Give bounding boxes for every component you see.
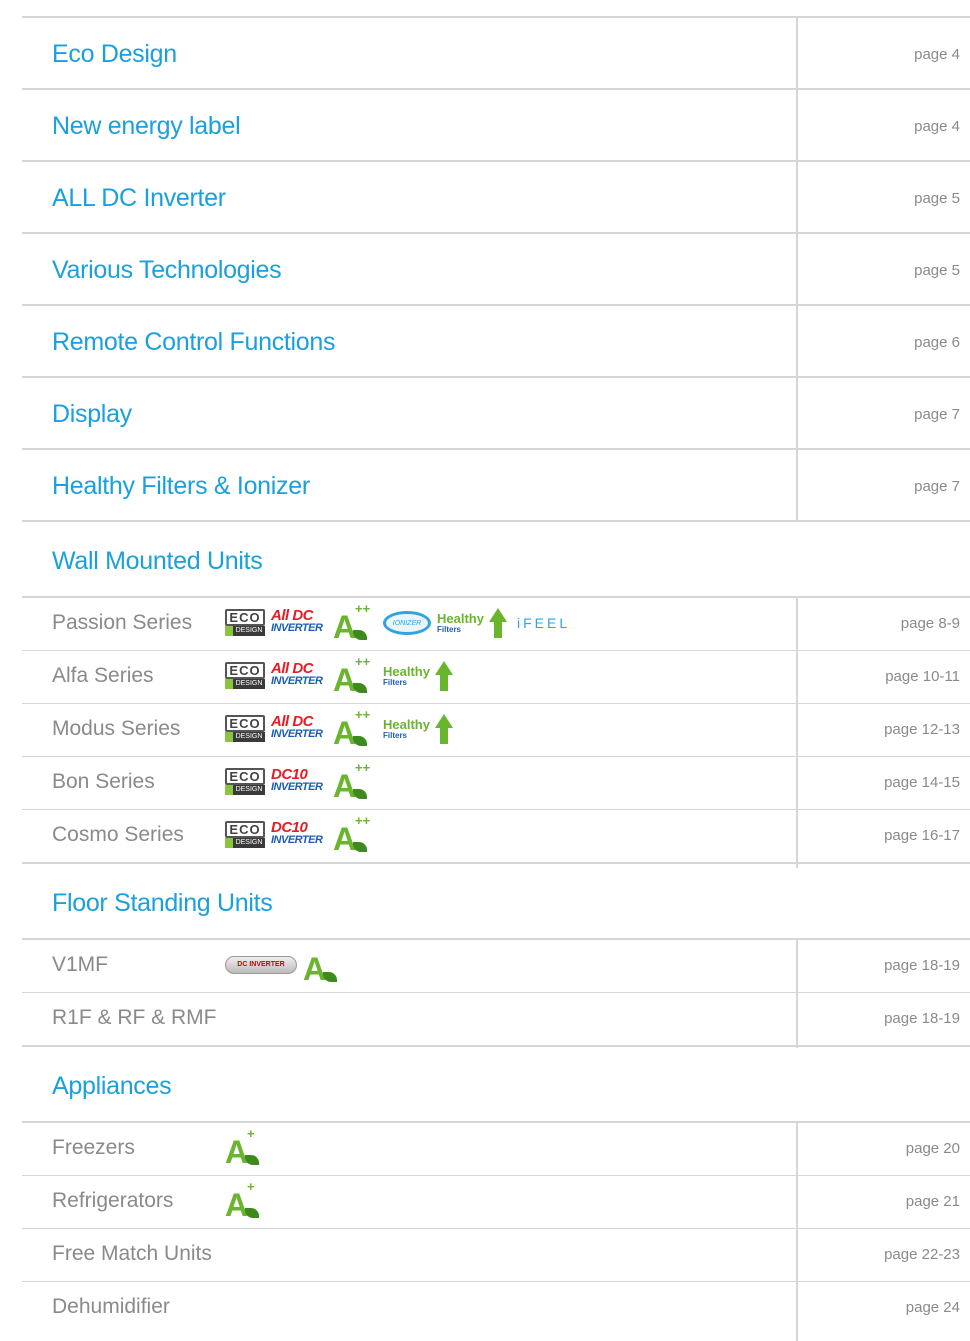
page-ref: page 21 [905, 1193, 960, 1210]
page-ref: page 22-23 [884, 1246, 960, 1263]
page-ref: page 5 [914, 262, 960, 279]
eco-design-icon: ECO DESIGN [225, 715, 265, 743]
row-label: V1MF [52, 953, 109, 976]
section-title: Floor Standing Units [52, 889, 273, 917]
section-title: Appliances [52, 1072, 172, 1100]
a-plus-plus-icon: A ++ [333, 813, 371, 857]
table-of-contents: Eco Design page 4 New energy label page … [22, 16, 970, 1341]
feature-icons: ECO DESIGN DC10 INVERTER A ++ [225, 760, 377, 804]
toc-row-r1f-rf-rmf[interactable]: R1F & RF & RMF page 18-19 [22, 992, 970, 1047]
toc-row-modus-series[interactable]: Modus Series ECO DESIGN All DC INVERTER A +… [22, 703, 970, 756]
toc-row-freezers[interactable]: Freezers A + page 20 [22, 1121, 970, 1175]
toc-row-alfa-series[interactable]: Alfa Series ECO DESIGN All DC INVERTER A ++… [22, 650, 970, 703]
toc-row-new-energy-label[interactable]: New energy label page 4 [22, 88, 970, 160]
ionizer-icon: IONIZER [383, 611, 431, 635]
feature-icons: A + [225, 1126, 269, 1168]
page-ref: page 8-9 [900, 615, 960, 632]
section-header-appliances: Appliances [22, 1047, 970, 1121]
toc-title: ALL DC Inverter [52, 184, 226, 212]
row-label: R1F & RF & RMF [52, 1006, 217, 1029]
eco-design-icon: ECO DESIGN [225, 821, 265, 849]
healthy-filters-icon: Healthy Filters [383, 714, 453, 744]
toc-row-v1mf[interactable]: V1MF DC INVERTER A page 18-19 [22, 938, 970, 992]
feature-icons: ECO DESIGN All DC INVERTER A ++ Healthy Filt… [225, 654, 453, 698]
page-ref: page 18-19 [884, 957, 960, 974]
section-header-wall-mounted: Wall Mounted Units [22, 522, 970, 596]
all-dc-inverter-icon: All DC INVERTER [271, 607, 323, 634]
dc10-inverter-icon: DC10 INVERTER [271, 819, 323, 846]
floor-standing-list: V1MF DC INVERTER A page 18-19 R1F & RF &… [22, 938, 970, 1048]
toc-row-display[interactable]: Display page 7 [22, 376, 970, 448]
dc-inverter-badge-icon: DC INVERTER [225, 956, 297, 974]
page-ref: page 16-17 [884, 827, 960, 844]
toc-row-healthy-filters[interactable]: Healthy Filters & Ionizer page 7 [22, 448, 970, 522]
ifeel-icon: iFEEL [517, 615, 571, 631]
toc-title: Display [52, 400, 132, 428]
feature-icons: ECO DESIGN All DC INVERTER A ++ Healthy Filt… [225, 707, 453, 751]
page-ref: page 7 [914, 478, 960, 495]
eco-design-icon: ECO DESIGN [225, 768, 265, 796]
section-header-floor-standing: Floor Standing Units [22, 864, 970, 938]
row-label: Free Match Units [52, 1242, 212, 1265]
a-plus-icon: A + [225, 1126, 269, 1168]
page-ref: page 20 [905, 1140, 960, 1157]
wall-mounted-list: Passion Series ECO DESIGN All DC INVERTER … [22, 596, 970, 868]
feature-icons: ECO DESIGN DC10 INVERTER A ++ [225, 813, 377, 857]
page-ref: page 18-19 [884, 1010, 960, 1027]
toc-row-various-technologies[interactable]: Various Technologies page 5 [22, 232, 970, 304]
a-plus-plus-icon: A ++ [333, 654, 371, 698]
eco-design-icon: ECO DESIGN [225, 662, 265, 690]
row-label: Dehumidifier [52, 1295, 170, 1318]
healthy-filters-icon: Healthy Filters [383, 661, 453, 691]
row-label: Passion Series [52, 611, 193, 634]
all-dc-inverter-icon: All DC INVERTER [271, 660, 323, 687]
page-ref: page 12-13 [884, 721, 960, 738]
toc-row-remote-control[interactable]: Remote Control Functions page 6 [22, 304, 970, 376]
toc-title: Remote Control Functions [52, 328, 336, 356]
page-ref: page 24 [905, 1299, 960, 1316]
toc-title: New energy label [52, 112, 241, 140]
feature-icons: ECO DESIGN All DC INVERTER A ++ IONIZER Hea… [225, 601, 571, 645]
page-ref: page 6 [914, 334, 960, 351]
toc-row-dehumidifier[interactable]: Dehumidifier page 24 [22, 1281, 970, 1334]
all-dc-inverter-icon: All DC INVERTER [271, 713, 323, 740]
feature-list: Eco Design page 4 New energy label page … [22, 16, 970, 522]
row-label: Cosmo Series [52, 823, 184, 846]
a-plus-plus-icon: A ++ [333, 760, 371, 804]
page-ref: page 10-11 [885, 668, 960, 685]
dc10-inverter-icon: DC10 INVERTER [271, 766, 323, 793]
page-ref: page 7 [914, 406, 960, 423]
row-label: Refrigerators [52, 1189, 174, 1212]
toc-row-eco-design[interactable]: Eco Design page 4 [22, 16, 970, 88]
page-ref: page 4 [914, 46, 960, 63]
toc-title: Various Technologies [52, 256, 282, 284]
row-label: Bon Series [52, 770, 155, 793]
a-plus-icon: A + [225, 1179, 269, 1221]
toc-row-all-dc-inverter[interactable]: ALL DC Inverter page 5 [22, 160, 970, 232]
eco-design-icon: ECO DESIGN [225, 609, 265, 637]
toc-row-bon-series[interactable]: Bon Series ECO DESIGN DC10 INVERTER A ++ pa… [22, 756, 970, 809]
row-label: Freezers [52, 1136, 135, 1159]
a-plus-plus-icon: A ++ [333, 707, 371, 751]
toc-title: Eco Design [52, 40, 177, 68]
page-ref: page 5 [914, 190, 960, 207]
toc-row-cosmo-series[interactable]: Cosmo Series ECO DESIGN DC10 INVERTER A ++ … [22, 809, 970, 864]
section-title: Wall Mounted Units [52, 547, 263, 575]
row-label: Modus Series [52, 717, 181, 740]
page-ref: page 14-15 [884, 774, 960, 791]
toc-title: Healthy Filters & Ionizer [52, 472, 310, 500]
a-plus-plus-icon: A ++ [333, 601, 371, 645]
row-label: Alfa Series [52, 664, 154, 687]
appliances-list: Freezers A + page 20 Refrigerators A + pag… [22, 1121, 970, 1341]
toc-row-free-match-units[interactable]: Free Match Units page 22-23 [22, 1228, 970, 1281]
feature-icons: DC INVERTER A [225, 947, 347, 985]
toc-row-refrigerators[interactable]: Refrigerators A + page 21 [22, 1175, 970, 1228]
a-class-icon: A [303, 947, 347, 985]
healthy-filters-icon: Healthy Filters [437, 608, 507, 638]
page-ref: page 4 [914, 118, 960, 135]
feature-icons: A + [225, 1179, 269, 1221]
toc-row-passion-series[interactable]: Passion Series ECO DESIGN All DC INVERTER … [22, 596, 970, 650]
